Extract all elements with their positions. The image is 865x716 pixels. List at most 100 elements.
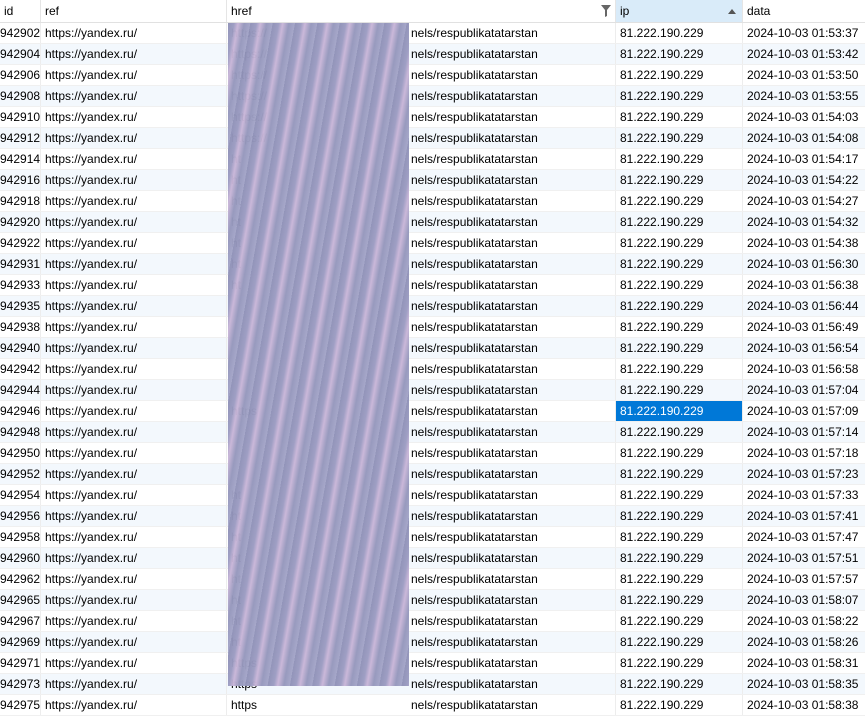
cell-id[interactable]: 942916 — [0, 170, 41, 190]
cell-id[interactable]: 942948 — [0, 422, 41, 442]
cell-ip[interactable]: 81.222.190.229 — [616, 212, 743, 232]
cell-ip[interactable]: 81.222.190.229 — [616, 107, 743, 127]
cell-data[interactable]: 2024-10-03 01:57:57 — [743, 569, 865, 589]
column-header-ref[interactable]: ref — [41, 0, 227, 22]
cell-href[interactable]: https nels/respublikatatarstan — [227, 695, 616, 715]
cell-ip[interactable]: 81.222.190.229 — [616, 569, 743, 589]
table-row[interactable]: 942958https://yandex.ru/htnels/respublik… — [0, 527, 865, 548]
cell-ref[interactable]: https://yandex.ru/ — [41, 254, 227, 274]
cell-data[interactable]: 2024-10-03 01:53:55 — [743, 86, 865, 106]
table-row[interactable]: 942916https://yandex.ru/htnels/respublik… — [0, 170, 865, 191]
cell-ip[interactable]: 81.222.190.229 — [616, 632, 743, 652]
cell-data[interactable]: 2024-10-03 01:56:44 — [743, 296, 865, 316]
cell-ip[interactable]: 81.222.190.229 — [616, 149, 743, 169]
table-row[interactable]: 942935 https://yandex.ru/nels/respublikat… — [0, 296, 865, 317]
table-row[interactable]: 942908https://yandex.ru/https://nels/res… — [0, 86, 865, 107]
cell-id[interactable]: 942950 — [0, 443, 41, 463]
cell-ref[interactable]: https://yandex.ru/ — [41, 170, 227, 190]
cell-ip[interactable]: 81.222.190.229 — [616, 128, 743, 148]
cell-id[interactable]: 942975 — [0, 695, 41, 715]
cell-data[interactable]: 2024-10-03 01:54:27 — [743, 191, 865, 211]
cell-ref[interactable]: https://yandex.ru/ — [41, 590, 227, 610]
cell-data[interactable]: 2024-10-03 01:54:17 — [743, 149, 865, 169]
cell-ip[interactable]: 81.222.190.229 — [616, 44, 743, 64]
cell-data[interactable]: 2024-10-03 01:57:41 — [743, 506, 865, 526]
cell-data[interactable]: 2024-10-03 01:56:30 — [743, 254, 865, 274]
cell-ref[interactable]: https://yandex.ru/ — [41, 548, 227, 568]
cell-data[interactable]: 2024-10-03 01:58:22 — [743, 611, 865, 631]
table-row[interactable]: 942960https://yandex.ru/htnels/respublik… — [0, 548, 865, 569]
table-row[interactable]: 942956https://yandex.ru/htnels/respublik… — [0, 506, 865, 527]
cell-ref[interactable]: https://yandex.ru/ — [41, 380, 227, 400]
cell-id[interactable]: 942956 — [0, 506, 41, 526]
table-row[interactable]: 942973https://yandex.ru/httpsnels/respub… — [0, 674, 865, 695]
cell-id[interactable]: 942912 — [0, 128, 41, 148]
cell-ref[interactable]: https://yandex.ru/ — [41, 359, 227, 379]
cell-ref[interactable]: https://yandex.ru/ — [41, 149, 227, 169]
cell-ref[interactable]: https://yandex.ru/ — [41, 296, 227, 316]
cell-ref[interactable]: https://yandex.ru/ — [41, 443, 227, 463]
cell-ip[interactable]: 81.222.190.229 — [616, 380, 743, 400]
cell-ref[interactable]: https://yandex.ru/ — [41, 611, 227, 631]
cell-id[interactable]: 942940 — [0, 338, 41, 358]
table-row[interactable]: 942975 https://yandex.ru/https nels/respub… — [0, 695, 865, 716]
table-row[interactable]: 942969https://yandex.ru/htnels/respublik… — [0, 632, 865, 653]
cell-ip[interactable]: 81.222.190.229 — [616, 254, 743, 274]
table-row[interactable]: 942962https://yandex.ru/htnels/respublik… — [0, 569, 865, 590]
cell-id[interactable]: 942952 — [0, 464, 41, 484]
table-row[interactable]: 942931https://yandex.ru/htnels/respublik… — [0, 254, 865, 275]
cell-data[interactable]: 2024-10-03 01:53:50 — [743, 65, 865, 85]
cell-data[interactable]: 2024-10-03 01:58:26 — [743, 632, 865, 652]
cell-ip[interactable]: 81.222.190.229 — [616, 191, 743, 211]
cell-ref[interactable]: https://yandex.ru/ — [41, 422, 227, 442]
cell-data[interactable]: 2024-10-03 01:57:14 — [743, 422, 865, 442]
table-row[interactable]: 942950 https://yandex.ru/nels/respublikat… — [0, 443, 865, 464]
cell-ref[interactable]: https://yandex.ru/ — [41, 23, 227, 43]
cell-ip[interactable]: 81.222.190.229 — [616, 674, 743, 694]
table-row[interactable]: 942954https://yandex.ru/htnels/respublik… — [0, 485, 865, 506]
cell-data[interactable]: 2024-10-03 01:58:31 — [743, 653, 865, 673]
cell-ip[interactable]: 81.222.190.229 — [616, 464, 743, 484]
cell-id[interactable]: 942944 — [0, 380, 41, 400]
cell-ip[interactable]: 81.222.190.229 — [616, 317, 743, 337]
table-row[interactable]: 942914https://yandex.ru/htnels/respublik… — [0, 149, 865, 170]
table-row[interactable]: 942967https://yandex.ru/htnels/respublik… — [0, 611, 865, 632]
cell-ip[interactable]: 81.222.190.229 — [616, 590, 743, 610]
cell-data[interactable]: 2024-10-03 01:57:18 — [743, 443, 865, 463]
cell-data[interactable]: 2024-10-03 01:56:49 — [743, 317, 865, 337]
cell-data[interactable]: 2024-10-03 01:54:38 — [743, 233, 865, 253]
cell-ref[interactable]: https://yandex.ru/ — [41, 569, 227, 589]
cell-id[interactable]: 942908 — [0, 86, 41, 106]
table-row[interactable]: 942910https://yandex.ru/https://nels/res… — [0, 107, 865, 128]
cell-id[interactable]: 942960 — [0, 548, 41, 568]
cell-id[interactable]: 942969 — [0, 632, 41, 652]
sort-ascending-icon[interactable] — [728, 9, 736, 14]
column-header-href[interactable]: href — [227, 0, 616, 22]
cell-ip[interactable]: 81.222.190.229 — [616, 485, 743, 505]
table-row[interactable]: 942940 https://yandex.ru/nels/respublikat… — [0, 338, 865, 359]
cell-id[interactable]: 942942 — [0, 359, 41, 379]
cell-id[interactable]: 942971 — [0, 653, 41, 673]
cell-ref[interactable]: https://yandex.ru/ — [41, 275, 227, 295]
cell-ip[interactable]: 81.222.190.229 — [616, 65, 743, 85]
cell-ref[interactable]: https://yandex.ru/ — [41, 44, 227, 64]
cell-data[interactable]: 2024-10-03 01:58:38 — [743, 695, 865, 715]
cell-data[interactable]: 2024-10-03 01:56:38 — [743, 275, 865, 295]
cell-ip[interactable]: 81.222.190.229 — [616, 695, 743, 715]
table-row[interactable]: 942965https://yandex.ru/htnels/respublik… — [0, 590, 865, 611]
cell-ip[interactable]: 81.222.190.229 — [616, 86, 743, 106]
cell-id[interactable]: 942914 — [0, 149, 41, 169]
cell-ip[interactable]: 81.222.190.229 — [616, 611, 743, 631]
cell-ref[interactable]: https://yandex.ru/ — [41, 107, 227, 127]
cell-ip[interactable]: 81.222.190.229 — [616, 23, 743, 43]
column-header-data[interactable]: data — [743, 0, 865, 22]
cell-id[interactable]: 942935 — [0, 296, 41, 316]
cell-data[interactable]: 2024-10-03 01:57:33 — [743, 485, 865, 505]
cell-id[interactable]: 942931 — [0, 254, 41, 274]
cell-id[interactable]: 942910 — [0, 107, 41, 127]
cell-ref[interactable]: https://yandex.ru/ — [41, 653, 227, 673]
table-row[interactable]: 942946https://yandex.ru/httpsnels/respub… — [0, 401, 865, 422]
cell-data[interactable]: 2024-10-03 01:54:08 — [743, 128, 865, 148]
cell-ref[interactable]: https://yandex.ru/ — [41, 674, 227, 694]
table-row[interactable]: 942918https://yandex.ru/htnels/respublik… — [0, 191, 865, 212]
